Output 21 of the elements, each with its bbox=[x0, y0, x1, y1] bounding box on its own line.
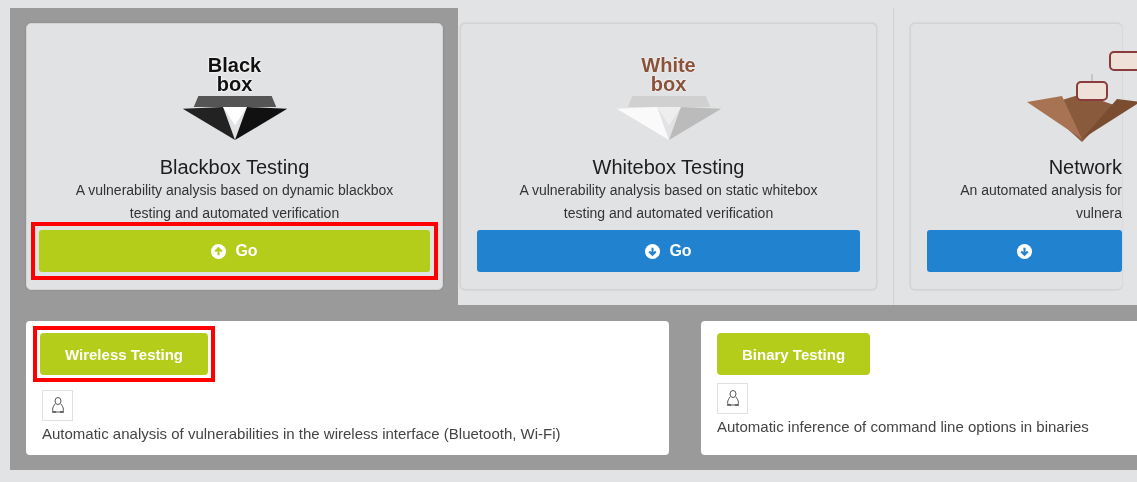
card-description: An automated analysis for bbox=[960, 181, 1122, 200]
service-button[interactable]: Binary Testing bbox=[717, 333, 871, 375]
service-button[interactable]: Wireless Testing bbox=[40, 333, 208, 375]
card-description: Automatic inference of command line options in binaries bbox=[717, 418, 1089, 435]
go-button[interactable]: Go bbox=[477, 230, 860, 272]
card-description: vulnera bbox=[1076, 204, 1122, 223]
card-description: testing and automated verification bbox=[563, 204, 774, 223]
card-description: testing and automated verification bbox=[129, 204, 340, 223]
card-description: A vulnerability analysis based on dynamic blackbox bbox=[75, 181, 394, 200]
arrow-down-circle-icon bbox=[1017, 243, 1032, 259]
logo-text: White box bbox=[641, 56, 696, 94]
card-title: Blackbox Testing bbox=[159, 155, 310, 179]
logo-text: Black box bbox=[207, 56, 262, 94]
go-button[interactable] bbox=[927, 230, 1122, 272]
arrow-up-circle-icon bbox=[211, 243, 227, 259]
arrow-down-circle-icon bbox=[645, 243, 661, 259]
card-description: A vulnerability analysis based on static whitebox bbox=[519, 181, 818, 200]
card-title: Whitebox Testing bbox=[592, 155, 745, 179]
card-title: Network bbox=[1048, 155, 1122, 179]
card-description: Automatic analysis of vulnerabilities in the wireless interface (Bluetooth, Wi-Fi) bbox=[42, 425, 561, 442]
go-button[interactable]: Go bbox=[39, 230, 430, 272]
